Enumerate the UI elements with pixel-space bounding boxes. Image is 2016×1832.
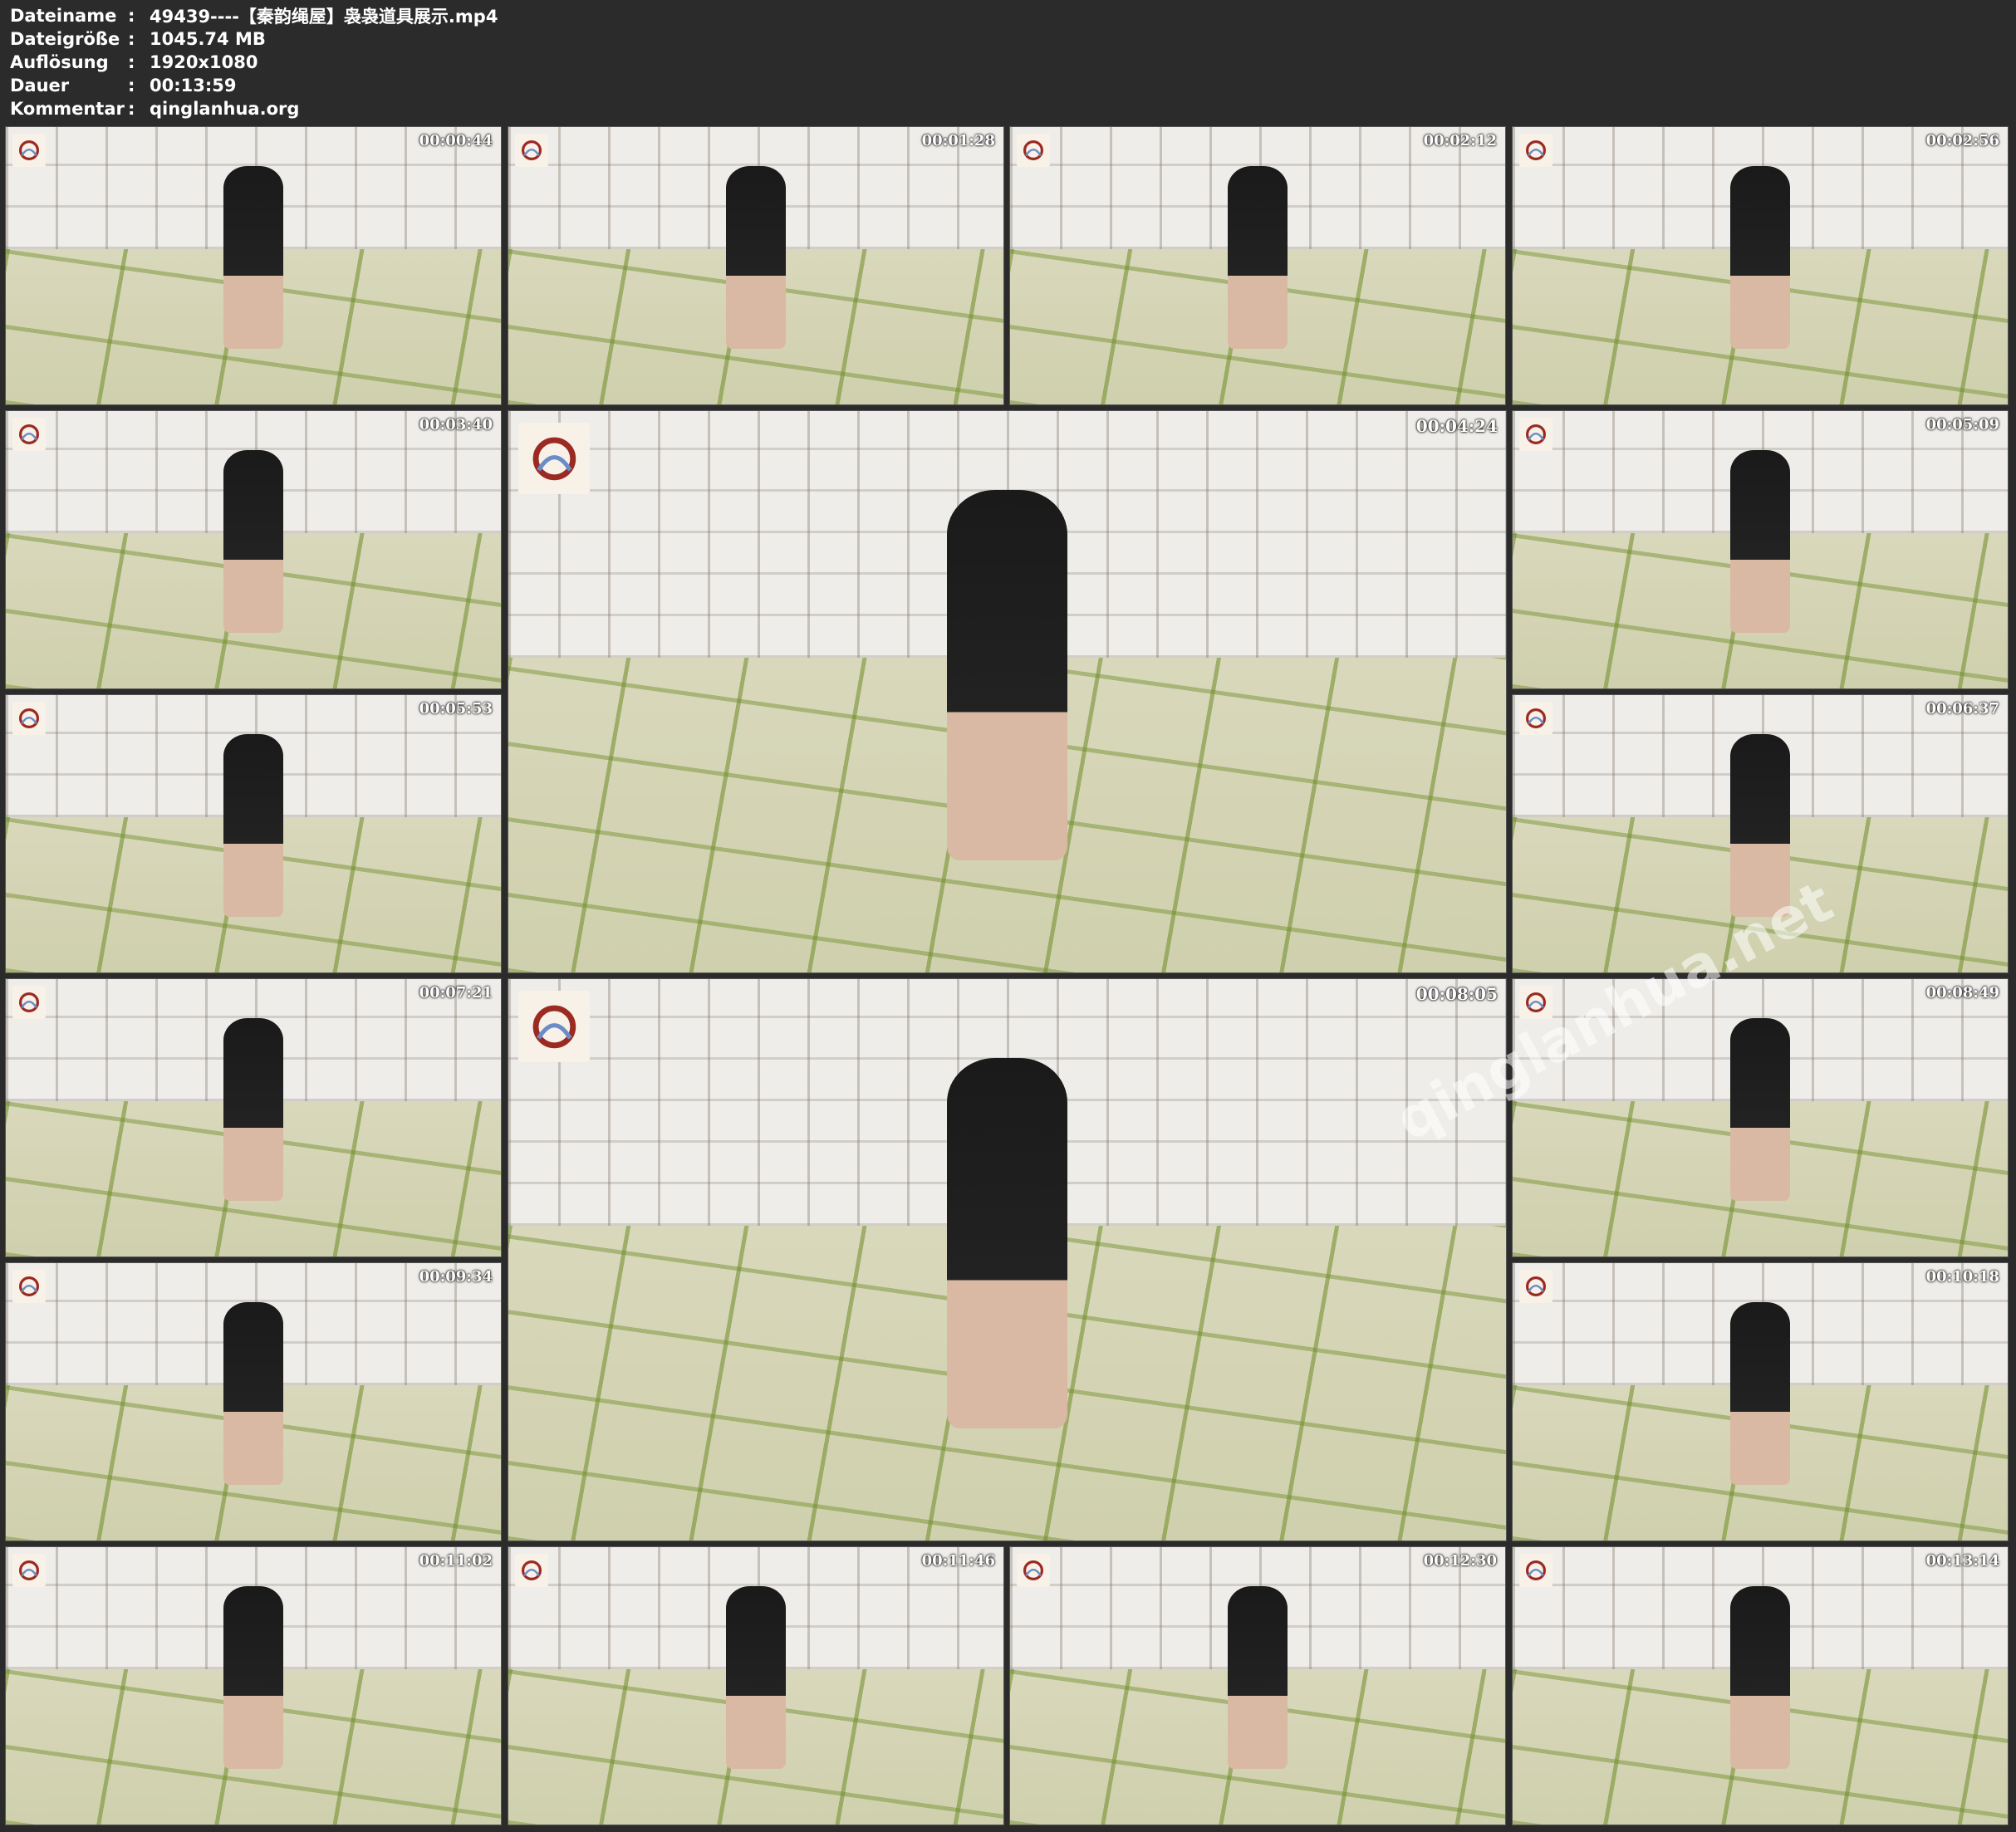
thumbnail-timestamp: 00:11:46 (921, 1552, 995, 1570)
info-separator: : (128, 29, 135, 49)
thumbnail-timestamp: 00:11:02 (419, 1552, 493, 1570)
featured-thumbnail[interactable]: 00:08:05 (508, 978, 1507, 1541)
rope-seal-logo-icon (1519, 134, 1552, 167)
info-separator: : (128, 76, 135, 96)
info-key: Dateigröße (10, 29, 120, 49)
video-thumbnail[interactable]: 00:07:21 (5, 978, 502, 1257)
info-row-duration: Dauer : 00:13:59 (10, 74, 498, 97)
person-figure (1730, 449, 1790, 634)
thumbnail-timestamp: 00:07:21 (419, 984, 493, 1002)
thumbnail-timestamp: 00:00:44 (419, 132, 493, 149)
thumbnail-timestamp: 00:01:28 (921, 132, 995, 149)
person-figure (1730, 1017, 1790, 1202)
info-separator: : (128, 52, 135, 72)
person-figure (223, 449, 283, 634)
rope-seal-logo-icon (515, 1554, 548, 1587)
person-figure (223, 1301, 283, 1486)
video-thumbnail[interactable]: 00:05:09 (1512, 410, 2009, 689)
person-figure (726, 1585, 786, 1770)
rope-seal-logo-icon (12, 134, 46, 167)
info-key: Dateiname (10, 6, 117, 26)
video-thumbnail[interactable]: 00:05:53 (5, 694, 502, 973)
video-thumbnail[interactable]: 00:03:40 (5, 410, 502, 689)
info-value: qinglanhua.org (150, 99, 300, 119)
info-key: Dauer (10, 76, 70, 96)
person-figure (726, 165, 786, 350)
thumbnail-timestamp: 00:08:05 (1415, 984, 1498, 1004)
thumbnail-timestamp: 00:05:09 (1925, 416, 1999, 434)
info-value: 1920x1080 (150, 52, 258, 72)
info-value: 1045.74 MB (150, 29, 266, 49)
thumbnail-timestamp: 00:09:34 (419, 1268, 493, 1286)
video-thumbnail[interactable]: 00:12:30 (1009, 1546, 1506, 1825)
video-thumbnail[interactable]: 00:11:02 (5, 1546, 502, 1825)
thumbnail-timestamp: 00:03:40 (419, 416, 493, 434)
info-separator: : (128, 99, 135, 119)
rope-seal-logo-icon (12, 418, 46, 451)
info-value: 00:13:59 (150, 76, 237, 96)
thumbnail-timestamp: 00:05:53 (419, 700, 493, 718)
rope-seal-logo-icon (12, 1554, 46, 1587)
info-separator: : (128, 6, 135, 26)
rope-seal-logo-icon (1017, 134, 1050, 167)
video-thumbnail[interactable]: 00:02:56 (1512, 126, 2009, 405)
info-value: 49439----【秦韵绳屋】袅袅道具展示.mp4 (150, 7, 498, 27)
thumbnail-timestamp: 00:02:56 (1925, 132, 1999, 149)
rope-seal-logo-icon (1519, 1554, 1552, 1587)
info-row-comment: Kommentar : qinglanhua.org (10, 97, 498, 120)
rope-seal-logo-icon (1519, 1270, 1552, 1303)
info-row-resolution: Auflösung : 1920x1080 (10, 51, 498, 74)
video-thumbnail[interactable]: 00:13:14 (1512, 1546, 2009, 1825)
person-figure (1730, 165, 1790, 350)
rope-seal-logo-icon (1017, 1554, 1050, 1587)
person-figure (223, 165, 283, 350)
info-key: Kommentar (10, 99, 125, 119)
thumbnail-timestamp: 00:12:30 (1423, 1552, 1497, 1570)
rope-seal-logo-icon (1519, 418, 1552, 451)
video-thumbnail[interactable]: 00:00:44 (5, 126, 502, 405)
rope-seal-logo-icon (12, 986, 46, 1019)
video-thumbnail[interactable]: 00:02:12 (1009, 126, 1506, 405)
thumbnail-timestamp: 00:06:37 (1925, 700, 1999, 718)
rope-seal-logo-icon (518, 991, 590, 1062)
info-row-filename: Dateiname : 49439----【秦韵绳屋】袅袅道具展示.mp4 (10, 4, 498, 27)
person-figure (947, 489, 1067, 860)
rope-seal-logo-icon (518, 423, 590, 494)
thumbnail-timestamp: 00:02:12 (1423, 132, 1497, 149)
video-thumbnail[interactable]: 00:11:46 (508, 1546, 1004, 1825)
rope-seal-logo-icon (12, 702, 46, 735)
person-figure (1228, 1585, 1288, 1770)
rope-seal-logo-icon (1519, 702, 1552, 735)
featured-thumbnail[interactable]: 00:04:24 (508, 410, 1507, 973)
video-thumbnail[interactable]: 00:01:28 (508, 126, 1004, 405)
thumbnail-timestamp: 00:04:24 (1415, 416, 1498, 436)
person-figure (223, 1585, 283, 1770)
info-key: Auflösung (10, 52, 109, 72)
file-info-header: Dateiname : 49439----【秦韵绳屋】袅袅道具展示.mp4 Da… (10, 4, 498, 120)
video-thumbnail[interactable]: 00:10:18 (1512, 1262, 2009, 1541)
person-figure (1730, 1301, 1790, 1486)
person-figure (1730, 1585, 1790, 1770)
rope-seal-logo-icon (12, 1270, 46, 1303)
person-figure (223, 733, 283, 918)
person-figure (1228, 165, 1288, 350)
person-figure (947, 1057, 1067, 1428)
thumbnail-timestamp: 00:08:49 (1925, 984, 1999, 1002)
rope-seal-logo-icon (515, 134, 548, 167)
person-figure (223, 1017, 283, 1202)
thumbnail-timestamp: 00:10:18 (1925, 1268, 1999, 1286)
thumbnail-timestamp: 00:13:14 (1925, 1552, 1999, 1570)
info-row-filesize: Dateigröße : 1045.74 MB (10, 27, 498, 51)
video-thumbnail[interactable]: 00:09:34 (5, 1262, 502, 1541)
